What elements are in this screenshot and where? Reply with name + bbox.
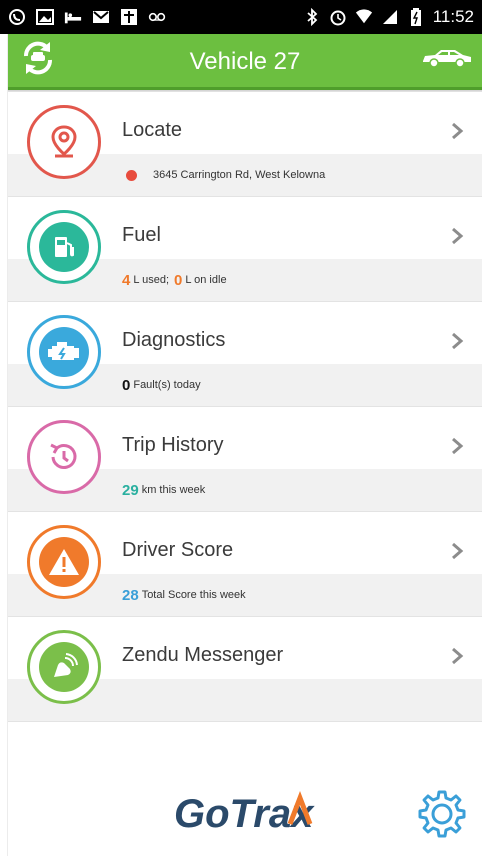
cross-icon: [120, 8, 138, 26]
menu-list: 3645 Carrington Rd, West Kelowna Locate …: [8, 92, 482, 722]
menu-item-label: Driver Score: [122, 539, 234, 561]
chevron-right-icon: [450, 332, 464, 350]
menu-item-fuel[interactable]: 4 L used; 0 L on idle Fuel: [8, 197, 482, 302]
menu-item-diagnostics[interactable]: 0 Fault(s) today Diagnostics: [8, 302, 482, 407]
whatsapp-icon: [8, 8, 26, 26]
menu-item-label: Trip History: [122, 434, 224, 456]
status-bar: 11:52: [0, 0, 482, 34]
locate-address: 3645 Carrington Rd, West Kelowna: [153, 169, 326, 181]
fuel-used-unit: L used;: [133, 274, 170, 286]
engine-icon: [27, 315, 101, 389]
chevron-right-icon: [450, 437, 464, 455]
gotrax-logo: GoTrax: [172, 784, 332, 840]
trip-value: 29: [122, 481, 139, 499]
chevron-right-icon: [450, 647, 464, 665]
car-sync-icon: [18, 38, 58, 83]
score-value: 28: [122, 586, 139, 604]
menu-item-label: Locate: [122, 119, 183, 141]
wifi-icon: [355, 8, 373, 26]
diagnostics-unit: Fault(s) today: [133, 379, 201, 391]
fuel-idle-unit: L on idle: [185, 274, 227, 286]
chevron-right-icon: [450, 542, 464, 560]
messenger-icon: [27, 630, 101, 704]
car-icon: [421, 47, 473, 74]
warning-icon: [27, 525, 101, 599]
settings-button[interactable]: [414, 786, 470, 842]
alarm-icon: [329, 8, 347, 26]
hotel-icon: [64, 8, 82, 26]
app-bar: Vehicle 27: [8, 34, 482, 90]
chevron-right-icon: [450, 122, 464, 140]
score-unit: Total Score this week: [141, 589, 246, 601]
menu-item-label: Zendu Messenger: [122, 644, 284, 666]
status-time: 11:52: [432, 7, 474, 26]
menu-item-label: Diagnostics: [122, 329, 226, 351]
battery-icon: [407, 8, 425, 26]
footer: GoTrax: [8, 778, 482, 856]
chevron-right-icon: [450, 227, 464, 245]
signal-icon: [381, 8, 399, 26]
gmail-icon: [92, 8, 110, 26]
diagnostics-value: 0: [122, 376, 131, 394]
gear-icon: [414, 790, 470, 846]
menu-item-locate[interactable]: 3645 Carrington Rd, West Kelowna Locate: [8, 92, 482, 197]
fuel-pump-icon: [27, 210, 101, 284]
location-pin-icon: [27, 105, 101, 179]
switch-vehicle-button[interactable]: [8, 33, 68, 89]
history-icon: [27, 420, 101, 494]
left-edge: [0, 34, 8, 856]
fuel-used-value: 4: [122, 271, 131, 289]
menu-item-zendu-messenger[interactable]: Zendu Messenger: [8, 617, 482, 722]
voicemail-icon: [148, 8, 166, 26]
vehicle-button[interactable]: [412, 33, 482, 89]
location-dot-icon: [126, 169, 137, 181]
fuel-idle-value: 0: [174, 271, 183, 289]
menu-item-label: Fuel: [122, 224, 161, 246]
menu-item-trip-history[interactable]: 29 km this week Trip History: [8, 407, 482, 512]
image-icon: [36, 8, 54, 26]
menu-item-driver-score[interactable]: 28 Total Score this week Driver Score: [8, 512, 482, 617]
bluetooth-icon: [303, 8, 321, 26]
page-title: Vehicle 27: [189, 48, 301, 75]
trip-unit: km this week: [141, 484, 206, 496]
